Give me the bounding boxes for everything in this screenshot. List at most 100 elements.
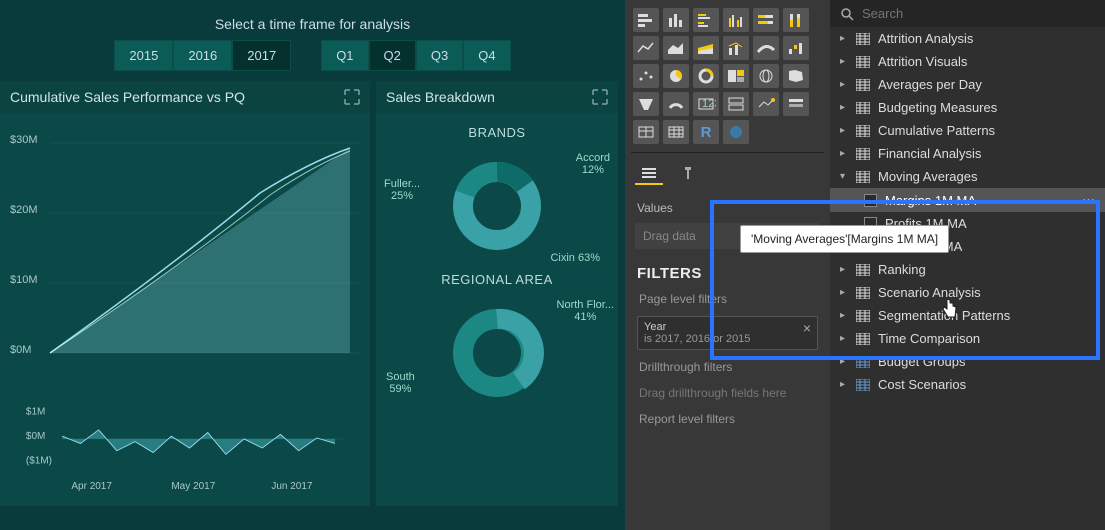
viz-table-icon[interactable] [633, 120, 659, 144]
viz-arcgis-icon[interactable] [723, 120, 749, 144]
field-label: Ranking [878, 262, 926, 277]
brands-title: BRANDS [376, 119, 618, 146]
search-input[interactable] [862, 6, 1095, 21]
tab-fields-icon[interactable] [635, 161, 663, 185]
field-table-moving-averages[interactable]: ▾Moving Averages [830, 165, 1105, 188]
chevron-right-icon: ▸ [840, 310, 848, 321]
search-bar [830, 0, 1105, 27]
viz-filled-map-icon[interactable] [783, 64, 809, 88]
time-frame-label: Select a time frame for analysis [0, 0, 625, 40]
year-button-2017[interactable]: 2017 [232, 40, 291, 71]
viz-r-icon[interactable]: R [693, 120, 719, 144]
viz-100-column-icon[interactable] [783, 8, 809, 32]
viz-donut-icon[interactable] [693, 64, 719, 88]
table-icon [856, 379, 870, 391]
field-table-averages-per-day[interactable]: ▸Averages per Day [830, 73, 1105, 96]
viz-waterfall-icon[interactable] [783, 36, 809, 60]
viz-multirow-card-icon[interactable] [723, 92, 749, 116]
table-icon [856, 171, 870, 183]
viz-area-icon[interactable] [663, 36, 689, 60]
field-table-budgeting-measures[interactable]: ▸Budgeting Measures [830, 96, 1105, 119]
year-button-2015[interactable]: 2015 [114, 40, 173, 71]
delta-chart: $1M $0M ($1M) Apr 2017 May 2017 Jun 2017 [0, 398, 370, 498]
panel-sales-breakdown[interactable]: Sales Breakdown BRANDS Fuller... 25% Acc… [376, 81, 618, 506]
viz-treemap-icon[interactable] [723, 64, 749, 88]
viz-clustered-column-icon[interactable] [723, 8, 749, 32]
quarter-button-q2[interactable]: Q2 [369, 40, 416, 71]
viz-pie-icon[interactable] [663, 64, 689, 88]
fields-pane: ▸Attrition Analysis▸Attrition Visuals▸Av… [830, 0, 1105, 530]
viz-line-icon[interactable] [633, 36, 659, 60]
viz-clustered-bar-icon[interactable] [693, 8, 719, 32]
filter-year[interactable]: Year is 2017, 2016 or 2015 × [637, 316, 818, 350]
filter-value: is 2017, 2016 or 2015 [644, 333, 811, 345]
quarter-button-q1[interactable]: Q1 [321, 40, 368, 71]
field-table-time-comparison[interactable]: ▸Time Comparison [830, 327, 1105, 350]
field-table-budget-groups[interactable]: ▸Budget Groups [830, 350, 1105, 373]
viz-funnel-icon[interactable] [633, 92, 659, 116]
svg-text:May 2017: May 2017 [171, 481, 215, 492]
report-canvas: Select a time frame for analysis 2015 20… [0, 0, 625, 530]
viz-ribbon-icon[interactable] [753, 36, 779, 60]
chevron-right-icon: ▸ [840, 102, 848, 113]
field-table-ranking[interactable]: ▸Ranking [830, 258, 1105, 281]
drillthrough-drop-zone[interactable]: Drag drillthrough fields here [631, 380, 824, 406]
viz-map-icon[interactable] [753, 64, 779, 88]
viz-combo-icon[interactable] [723, 36, 749, 60]
field-label: Averages per Day [878, 77, 982, 92]
viz-kpi-icon[interactable] [753, 92, 779, 116]
field-label: Attrition Analysis [878, 31, 973, 46]
field-list: ▸Attrition Analysis▸Attrition Visuals▸Av… [830, 27, 1105, 530]
page-filters-label: Page level filters [631, 286, 824, 312]
panel-cumulative-sales[interactable]: Cumulative Sales Performance vs PQ $30M … [0, 81, 370, 506]
more-icon[interactable]: ⋯ [1082, 192, 1095, 208]
values-label: Values [631, 193, 824, 223]
year-button-2016[interactable]: 2016 [173, 40, 232, 71]
table-icon [856, 264, 870, 276]
field-table-attrition-visuals[interactable]: ▸Attrition Visuals [830, 50, 1105, 73]
field-table-cumulative-patterns[interactable]: ▸Cumulative Patterns [830, 119, 1105, 142]
field-label: Scenario Analysis [878, 285, 981, 300]
drillthrough-label: Drillthrough filters [631, 354, 824, 380]
cursor-hand-icon [940, 297, 960, 321]
table-icon [856, 287, 870, 299]
search-icon [840, 7, 854, 21]
chevron-right-icon: ▸ [840, 56, 848, 67]
tooltip: 'Moving Averages'[Margins 1M MA] [740, 225, 949, 253]
field-table-cost-scenarios[interactable]: ▸ Cost Scenarios [830, 373, 1105, 396]
table-icon [856, 56, 870, 68]
focus-mode-icon[interactable] [592, 89, 608, 105]
svg-text:$0M: $0M [26, 431, 45, 442]
checkbox[interactable] [864, 194, 877, 207]
svg-text:123: 123 [702, 98, 716, 110]
viz-matrix-icon[interactable] [663, 120, 689, 144]
viz-gauge-icon[interactable] [663, 92, 689, 116]
field-table-attrition-analysis[interactable]: ▸ Attrition Analysis [830, 27, 1105, 50]
viz-stacked-bar-icon[interactable] [633, 8, 659, 32]
svg-text:$30M: $30M [10, 134, 38, 146]
svg-text:$10M: $10M [10, 274, 38, 286]
chevron-right-icon: ▸ [840, 379, 848, 390]
field-table-segmentation-patterns[interactable]: ▸Segmentation Patterns [830, 304, 1105, 327]
quarter-button-q3[interactable]: Q3 [416, 40, 463, 71]
viz-stacked-area-icon[interactable] [693, 36, 719, 60]
label-south: South 59% [386, 371, 415, 395]
quarter-button-q4[interactable]: Q4 [463, 40, 510, 71]
viz-card-icon[interactable]: 123 [693, 92, 719, 116]
focus-mode-icon[interactable] [344, 89, 360, 105]
viz-100-bar-icon[interactable] [753, 8, 779, 32]
donut-brands: Fuller... 25% Accord 12% Cixin 63% [376, 146, 618, 266]
field-label: Cost Scenarios [878, 377, 966, 392]
viz-scatter-icon[interactable] [633, 64, 659, 88]
field-table-financial-analysis[interactable]: ▸Financial Analysis [830, 142, 1105, 165]
viz-stacked-column-icon[interactable] [663, 8, 689, 32]
chevron-right-icon: ▸ [840, 356, 848, 367]
panel-title: Sales Breakdown [386, 89, 495, 105]
viz-slicer-icon[interactable] [783, 92, 809, 116]
chevron-right-icon: ▸ [840, 33, 848, 44]
close-icon[interactable]: × [803, 320, 811, 336]
field-measure-margins-1m-ma[interactable]: Margins 1M MA⋯ [830, 188, 1105, 212]
field-table-scenario-analysis[interactable]: ▸Scenario Analysis [830, 281, 1105, 304]
svg-text:Jun 2017: Jun 2017 [271, 481, 313, 492]
tab-format-icon[interactable] [675, 161, 703, 185]
